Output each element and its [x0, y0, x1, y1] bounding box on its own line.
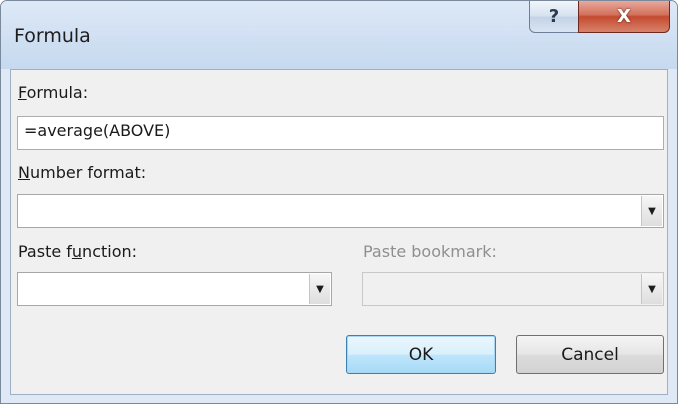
ok-button[interactable]: OK — [346, 335, 496, 374]
formula-input[interactable]: =average(ABOVE) — [17, 116, 664, 150]
dialog-title: Formula — [14, 25, 91, 47]
cancel-button[interactable]: Cancel — [516, 335, 664, 374]
close-icon: X — [617, 6, 631, 27]
help-button[interactable]: ? — [529, 1, 579, 33]
number-format-select[interactable]: ▼ — [17, 194, 664, 228]
paste-bookmark-label: Paste bookmark: — [363, 242, 497, 261]
close-button[interactable]: X — [578, 1, 670, 33]
formula-label: Formula: — [18, 83, 89, 102]
formula-dialog: Formula ? X Formula: =average(ABOVE) Num… — [0, 0, 678, 404]
dialog-body: Formula: =average(ABOVE) Number format: … — [10, 69, 668, 395]
number-format-label: Number format: — [18, 163, 147, 182]
paste-function-label: Paste function: — [18, 242, 138, 261]
paste-bookmark-select: ▼ — [362, 272, 664, 306]
chevron-down-icon[interactable]: ▼ — [309, 274, 330, 304]
paste-function-select[interactable]: ▼ — [17, 272, 332, 306]
help-icon: ? — [548, 6, 560, 27]
chevron-down-icon[interactable]: ▼ — [641, 196, 662, 226]
title-bar[interactable]: Formula ? X — [1, 1, 677, 69]
chevron-down-icon: ▼ — [641, 274, 662, 304]
